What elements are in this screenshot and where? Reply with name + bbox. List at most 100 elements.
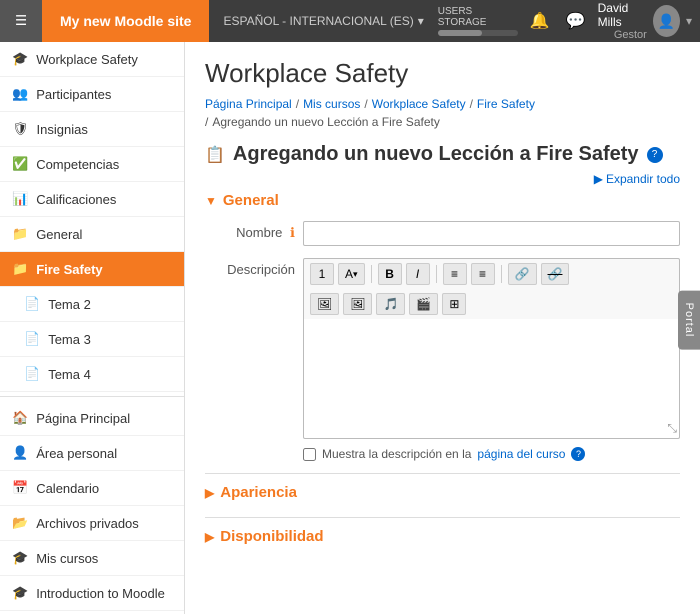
sidebar-item-insignias[interactable]: 🛡 Insignias (0, 112, 184, 147)
breadcrumb-sub: / Agregando un nuevo Lección a Fire Safe… (205, 115, 680, 129)
breadcrumb-sep: / (470, 97, 473, 111)
sidebar-item-archivos[interactable]: 📂 Archivos privados (0, 506, 184, 541)
shield-icon: 🛡 (12, 121, 29, 137)
sidebar-item-label: Introduction to Moodle (36, 586, 165, 601)
notifications-button[interactable]: 🔔 (526, 7, 554, 35)
sidebar-item-tema4[interactable]: 📄 Tema 4 (0, 357, 184, 392)
sidebar-item-label: Tema 3 (48, 332, 91, 347)
checkbox-help-icon[interactable]: ? (571, 447, 585, 461)
sidebar-item-pagina-principal[interactable]: 🏠 Página Principal (0, 401, 184, 436)
person-icon: 👤 (12, 445, 28, 461)
general-section-header[interactable]: ▼ General (205, 192, 680, 209)
apariencia-header[interactable]: ▶ Apariencia (205, 474, 680, 507)
breadcrumb-mis-cursos[interactable]: Mis cursos (303, 97, 360, 111)
toolbar-sep (371, 265, 372, 283)
portal-tab[interactable]: Portal (678, 291, 700, 350)
sidebar-item-tema2[interactable]: 📄 Tema 2 (0, 287, 184, 322)
sidebar-item-calendario[interactable]: 📅 Calendario (0, 471, 184, 506)
sidebar-item-participantes[interactable]: 👥 Participantes (0, 77, 184, 112)
sidebar-item-intro-moodle[interactable]: 🎓 Introduction to Moodle (0, 576, 184, 611)
users-storage-label: USERS STORAGE (438, 6, 487, 28)
toolbar-audio-btn[interactable]: 🎵 (376, 293, 405, 315)
sidebar-item-label: Área personal (36, 446, 117, 461)
sidebar-item-fire-safety[interactable]: 📁 Fire Safety (0, 252, 184, 287)
graduation2-icon: 🎓 (12, 550, 28, 566)
apariencia-arrow-icon: ▶ (205, 486, 214, 500)
section-general-label: General (223, 192, 279, 209)
nombre-text: Nombre (236, 225, 282, 240)
nombre-label: Nombre ℹ (205, 221, 295, 241)
toolbar-video-btn[interactable]: 🎬 (409, 293, 438, 315)
doc-icon: 📄 (24, 296, 40, 312)
toolbar-ol-btn[interactable]: ≡ (471, 263, 495, 285)
chevron-down-icon: ▾ (686, 14, 692, 28)
toolbar-font-btn[interactable]: A▾ (338, 263, 365, 285)
sidebar-item-label: Insignias (37, 122, 88, 137)
sidebar-item-label: Workplace Safety (36, 52, 138, 67)
breadcrumb-fire-safety[interactable]: Fire Safety (477, 97, 535, 111)
sidebar: 🎓 Workplace Safety 👥 Participantes 🛡 Ins… (0, 42, 185, 614)
nombre-field (303, 221, 680, 246)
toolbar-unlink-btn[interactable]: 🔗 (541, 263, 570, 285)
checkbox-link[interactable]: página del curso (477, 447, 565, 461)
check-icon: ✅ (12, 156, 28, 172)
lección-icon: 📋 (205, 145, 225, 165)
toolbar-link-btn[interactable]: 🔗 (508, 263, 537, 285)
disponibilidad-header[interactable]: ▶ Disponibilidad (205, 518, 680, 551)
users-storage: USERS STORAGE (438, 6, 518, 36)
toolbar-image2-btn[interactable]: 🖼 (343, 293, 372, 315)
graduation-icon: 🎓 (12, 51, 28, 67)
top-navigation: ☰ My new Moodle site ESPAÑOL - INTERNACI… (0, 0, 700, 42)
sidebar-item-label: Participantes (36, 87, 111, 102)
toolbar-ul-btn[interactable]: ≡ (443, 263, 467, 285)
avatar: 👤 (653, 5, 680, 37)
sidebar-item-calificaciones[interactable]: 📊 Calificaciones (0, 182, 184, 217)
sidebar-item-competencias[interactable]: ✅ Competencias (0, 147, 184, 182)
disponibilidad-label: Disponibilidad (220, 528, 323, 545)
nombre-row: Nombre ℹ (205, 221, 680, 246)
show-description-checkbox[interactable] (303, 448, 316, 461)
disponibilidad-arrow-icon: ▶ (205, 530, 214, 544)
sidebar-item-workplace-safety[interactable]: 🎓 Workplace Safety (0, 42, 184, 77)
chevron-down-icon: ▾ (418, 14, 424, 28)
toolbar-sep (436, 265, 437, 283)
toolbar-image-btn[interactable]: 🖼 (310, 293, 339, 315)
sidebar-item-tema3[interactable]: 📄 Tema 3 (0, 322, 184, 357)
breadcrumb-sub-sep: / (205, 115, 208, 129)
sidebar-item-label: Tema 2 (48, 297, 91, 312)
doc-icon: 📄 (24, 331, 40, 347)
descripcion-row: Descripción 1 A▾ B I ≡ ≡ 🔗 🔗 🖼 (205, 258, 680, 461)
help-icon[interactable]: ? (647, 147, 663, 163)
editor-body[interactable]: ⤡ (303, 319, 680, 439)
expand-all-label: Expandir todo (606, 172, 680, 186)
nombre-input[interactable] (303, 221, 680, 246)
nav-right: USERS STORAGE 🔔 💬 David Mills Gestor 👤 ▾ (438, 1, 700, 41)
toolbar-more-btn[interactable]: ⊞ (442, 293, 466, 315)
language-selector[interactable]: ESPAÑOL - INTERNACIONAL (ES) ▾ (209, 0, 437, 42)
messages-button[interactable]: 💬 (562, 7, 590, 35)
sidebar-item-area-personal[interactable]: 👤 Área personal (0, 436, 184, 471)
sidebar-item-general[interactable]: 📁 General (0, 217, 184, 252)
editor-toolbar-row1: 1 A▾ B I ≡ ≡ 🔗 🔗 (303, 258, 680, 289)
page-title: Workplace Safety (205, 58, 680, 89)
sidebar-item-label: Mis cursos (36, 551, 98, 566)
expand-all-link[interactable]: ▶ Expandir todo (205, 172, 680, 186)
breadcrumb-sep: / (296, 97, 299, 111)
sidebar-item-label: Calificaciones (36, 192, 116, 207)
breadcrumb-pagina-principal[interactable]: Página Principal (205, 97, 292, 111)
user-menu[interactable]: David Mills Gestor 👤 ▾ (598, 1, 692, 41)
site-name-button[interactable]: My new Moodle site (42, 0, 209, 42)
toolbar-bold-btn[interactable]: B (378, 263, 402, 285)
sidebar-item-mis-cursos[interactable]: 🎓 Mis cursos (0, 541, 184, 576)
nombre-info-icon[interactable]: ℹ (290, 225, 295, 240)
toolbar-format-btn[interactable]: 1 (310, 263, 334, 285)
toolbar-italic-btn[interactable]: I (406, 263, 430, 285)
breadcrumb-workplace-safety[interactable]: Workplace Safety (372, 97, 466, 111)
graduation3-icon: 🎓 (12, 585, 28, 601)
checkbox-label: Muestra la descripción en la (322, 447, 471, 461)
user-name-role: David Mills Gestor (598, 1, 647, 41)
apariencia-label: Apariencia (220, 484, 297, 501)
hamburger-button[interactable]: ☰ (0, 0, 42, 42)
toolbar-sep (501, 265, 502, 283)
sidebar-divider (0, 396, 184, 397)
